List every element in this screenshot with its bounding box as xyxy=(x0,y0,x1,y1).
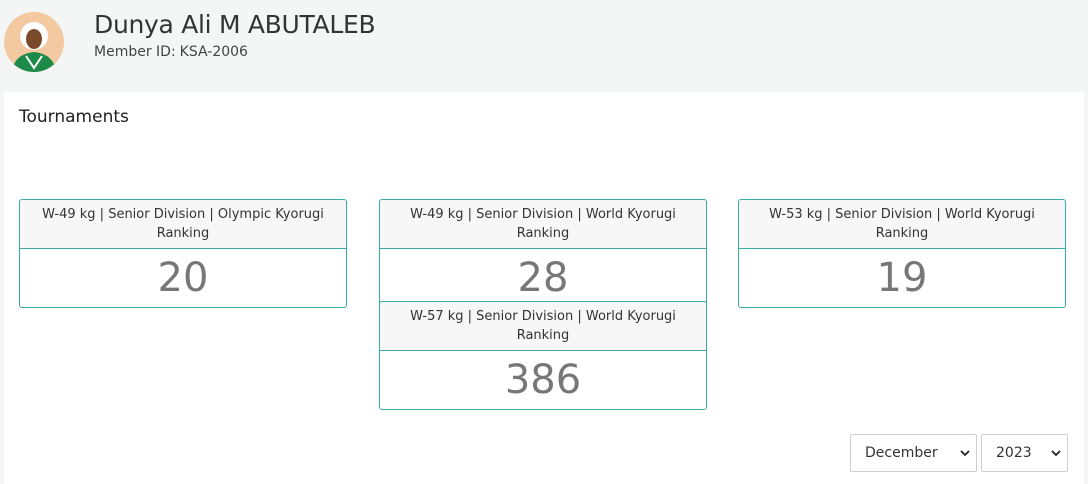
ranking-card-rank: 386 xyxy=(504,357,582,403)
ranking-card[interactable]: W-53 kg | Senior Division | World Kyorug… xyxy=(738,199,1066,308)
section-title: Tournaments xyxy=(19,107,129,127)
ranking-card-label: W-53 kg | Senior Division | World Kyorug… xyxy=(739,200,1065,249)
ranking-card-rank: 20 xyxy=(157,255,209,301)
ranking-card[interactable]: W-57 kg | Senior Division | World Kyorug… xyxy=(379,301,707,410)
month-select[interactable]: December xyxy=(850,434,977,472)
chevron-down-icon xyxy=(960,450,970,457)
member-id-value: KSA-2006 xyxy=(179,44,248,60)
month-select-value: December xyxy=(865,445,938,461)
member-id-label: Member ID: xyxy=(94,44,176,60)
ranking-card-label: W-49 kg | Senior Division | World Kyorug… xyxy=(380,200,706,249)
member-id: Member ID: KSA-2006 xyxy=(94,43,248,61)
ranking-card-label: W-57 kg | Senior Division | World Kyorug… xyxy=(380,302,706,351)
tournaments-panel: Tournaments W-49 kg | Senior Division | … xyxy=(4,92,1084,484)
chevron-down-icon xyxy=(1051,450,1061,457)
athlete-photo-icon xyxy=(4,12,64,72)
ranking-card-rank: 19 xyxy=(876,255,928,301)
ranking-card-label: W-49 kg | Senior Division | Olympic Kyor… xyxy=(20,200,346,249)
avatar xyxy=(4,12,64,72)
profile-header: Dunya Ali M ABUTALEB Member ID: KSA-2006 xyxy=(0,0,1088,90)
ranking-card[interactable]: W-49 kg | Senior Division | World Kyorug… xyxy=(379,199,707,308)
ranking-card[interactable]: W-49 kg | Senior Division | Olympic Kyor… xyxy=(19,199,347,308)
ranking-card-rank: 28 xyxy=(517,255,569,301)
athlete-name: Dunya Ali M ABUTALEB xyxy=(94,10,376,39)
year-select-value: 2023 xyxy=(996,445,1032,461)
year-select[interactable]: 2023 xyxy=(981,434,1068,472)
